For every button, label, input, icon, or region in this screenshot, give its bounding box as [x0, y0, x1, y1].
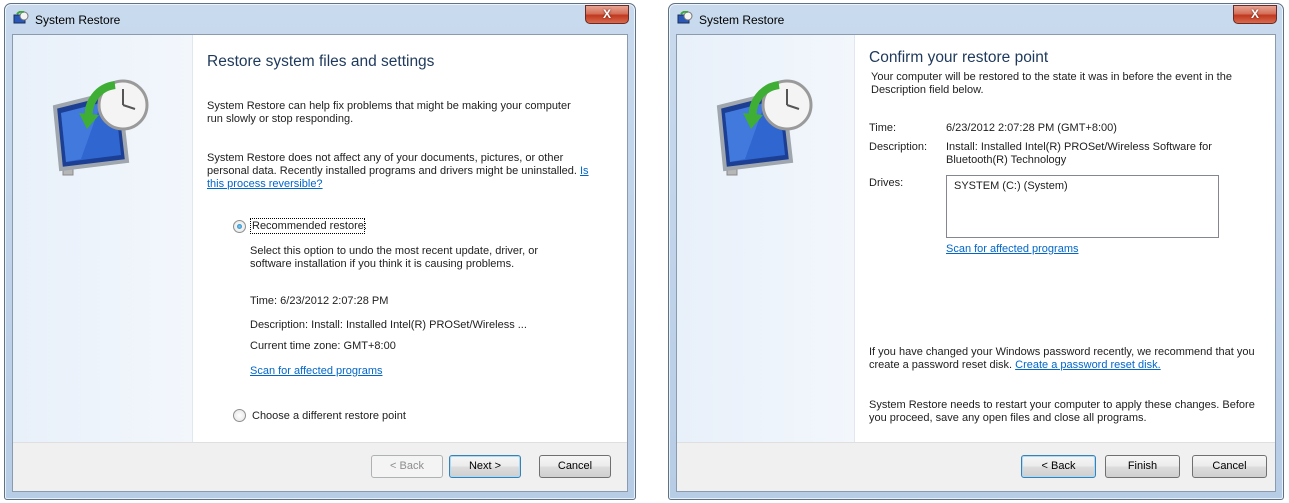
button-bar: < Back Finish Cancel: [677, 442, 1275, 491]
cancel-button[interactable]: Cancel: [539, 455, 611, 478]
close-icon: X: [602, 7, 611, 21]
system-restore-window-restore-files: System Restore X Restore system files an…: [4, 3, 636, 500]
time-value: 6/23/2012 2:07:28 PM (GMT+8:00): [946, 122, 1117, 134]
finish-button[interactable]: Finish: [1105, 455, 1180, 478]
title-bar[interactable]: System Restore X: [669, 4, 1283, 34]
system-restore-window-confirm: System Restore X Confirm your restore po…: [668, 3, 1284, 500]
current-time-zone: Current time zone: GMT+8:00: [250, 340, 396, 352]
description-value: Install: Installed Intel(R) PROSet/Wirel…: [946, 141, 1212, 166]
password-reset-text: If you have changed your Windows passwor…: [869, 346, 1259, 372]
restart-warning-text: System Restore needs to restart your com…: [869, 399, 1255, 424]
side-panel: [13, 35, 193, 442]
cancel-button[interactable]: Cancel: [1192, 455, 1267, 478]
choose-different-point-radio[interactable]: [233, 409, 246, 422]
data-safety-text: System Restore does not affect any of yo…: [207, 152, 597, 191]
close-icon: X: [1250, 7, 1259, 21]
drives-label: Drives:: [869, 177, 904, 189]
data-safety-sentence: System Restore does not affect any of yo…: [207, 152, 577, 177]
page-title: Restore system files and settings: [207, 53, 435, 70]
create-password-reset-link[interactable]: Create a password reset disk.: [1015, 359, 1161, 371]
close-button[interactable]: X: [1233, 5, 1277, 24]
choose-different-point-label[interactable]: Choose a different restore point: [252, 410, 406, 423]
intro-text: System Restore can help fix problems tha…: [207, 100, 571, 125]
description-label: Description:: [869, 141, 928, 153]
drives-list[interactable]: SYSTEM (C:) (System): [946, 175, 1219, 238]
monitor-clock-restore-icon: [716, 79, 813, 176]
system-restore-icon: [13, 11, 29, 24]
content-area: Restore system files and settings System…: [194, 35, 627, 442]
system-restore-icon: [677, 11, 693, 24]
scan-affected-programs-link[interactable]: Scan for affected programs: [250, 365, 382, 378]
close-button[interactable]: X: [585, 5, 629, 24]
window-title: System Restore: [35, 13, 121, 27]
drive-item[interactable]: SYSTEM (C:) (System): [954, 180, 1068, 192]
side-panel: [677, 35, 855, 442]
dialog-client-area: Confirm your restore point Your computer…: [676, 34, 1276, 492]
restore-description: Description: Install: Installed Intel(R)…: [250, 319, 527, 331]
back-button[interactable]: < Back: [1021, 455, 1096, 478]
scan-affected-programs-link[interactable]: Scan for affected programs: [946, 243, 1078, 256]
back-button[interactable]: < Back: [371, 455, 443, 478]
time-label: Time:: [869, 122, 897, 134]
recommended-restore-description: Select this option to undo the most rece…: [250, 245, 539, 270]
button-bar: < Back Next > Cancel: [13, 442, 627, 491]
recommended-restore-radio[interactable]: [233, 220, 246, 233]
page-title: Confirm your restore point: [869, 49, 1049, 66]
restore-time: Time: 6/23/2012 2:07:28 PM: [250, 295, 389, 307]
recommended-restore-label[interactable]: Recommended restore:: [252, 220, 367, 233]
title-bar[interactable]: System Restore X: [5, 4, 635, 34]
content-area: Confirm your restore point Your computer…: [856, 35, 1275, 442]
monitor-clock-restore-icon: [52, 79, 149, 176]
next-button[interactable]: Next >: [449, 455, 521, 478]
window-title: System Restore: [699, 13, 785, 27]
intro-text: Your computer will be restored to the st…: [871, 71, 1232, 96]
dialog-client-area: Restore system files and settings System…: [12, 34, 628, 492]
